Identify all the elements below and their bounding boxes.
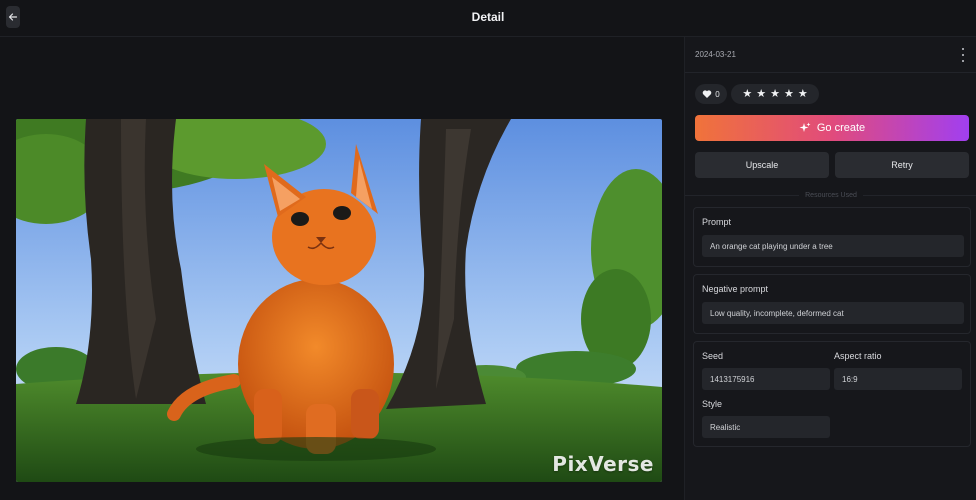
creation-date: 2024-03-21: [695, 50, 736, 59]
star-icon[interactable]: ★: [756, 88, 766, 100]
details-panel: 2024-03-21 0 ★ ★ ★ ★ ★ Go create Upscale…: [684, 37, 976, 500]
parameters-card: Seed Aspect ratio 1413175916 16:9 Style …: [693, 341, 971, 447]
negative-prompt-field[interactable]: Low quality, incomplete, deformed cat: [702, 302, 964, 324]
go-create-label: Go create: [816, 122, 866, 134]
star-icon[interactable]: ★: [798, 88, 808, 100]
sparkle-icon: [799, 122, 811, 132]
preview-pane: PixVerse: [0, 37, 684, 500]
seed-label: Seed: [702, 351, 724, 361]
vertical-dots-icon[interactable]: [959, 47, 967, 63]
rating-stars[interactable]: ★ ★ ★ ★ ★: [731, 84, 819, 104]
star-icon[interactable]: ★: [770, 88, 780, 100]
upscale-button[interactable]: Upscale: [695, 152, 829, 178]
resources-label: Resources Used: [805, 191, 857, 199]
aspect-ratio-label: Aspect ratio: [834, 351, 882, 361]
resources-divider: Resources Used: [685, 190, 976, 200]
upscale-label: Upscale: [745, 160, 779, 170]
aspect-ratio-field[interactable]: 16:9: [834, 368, 962, 390]
prompt-label: Prompt: [702, 217, 732, 227]
divider: [685, 72, 976, 73]
watermark-text: PixVerse: [552, 452, 654, 476]
style-field[interactable]: Realistic: [702, 416, 830, 438]
star-icon[interactable]: ★: [784, 88, 794, 100]
like-count: 0: [715, 89, 720, 99]
prompt-field[interactable]: An orange cat playing under a tree: [702, 235, 964, 257]
negative-prompt-card: Negative prompt Low quality, incomplete,…: [693, 274, 971, 334]
style-label: Style: [702, 399, 723, 409]
like-button[interactable]: 0: [695, 84, 727, 104]
go-create-button[interactable]: Go create: [695, 115, 969, 141]
generated-image[interactable]: PixVerse: [16, 119, 662, 482]
prompt-card: Prompt An orange cat playing under a tre…: [693, 207, 971, 267]
seed-field[interactable]: 1413175916: [702, 368, 830, 390]
heart-icon: [702, 90, 712, 98]
retry-label: Retry: [891, 160, 913, 170]
top-bar: Detail: [0, 0, 976, 37]
cat-under-tree-image: [16, 119, 662, 482]
retry-button[interactable]: Retry: [835, 152, 969, 178]
star-icon[interactable]: ★: [742, 88, 752, 100]
negative-prompt-label: Negative prompt: [702, 284, 769, 294]
page-title: Detail: [471, 10, 505, 24]
